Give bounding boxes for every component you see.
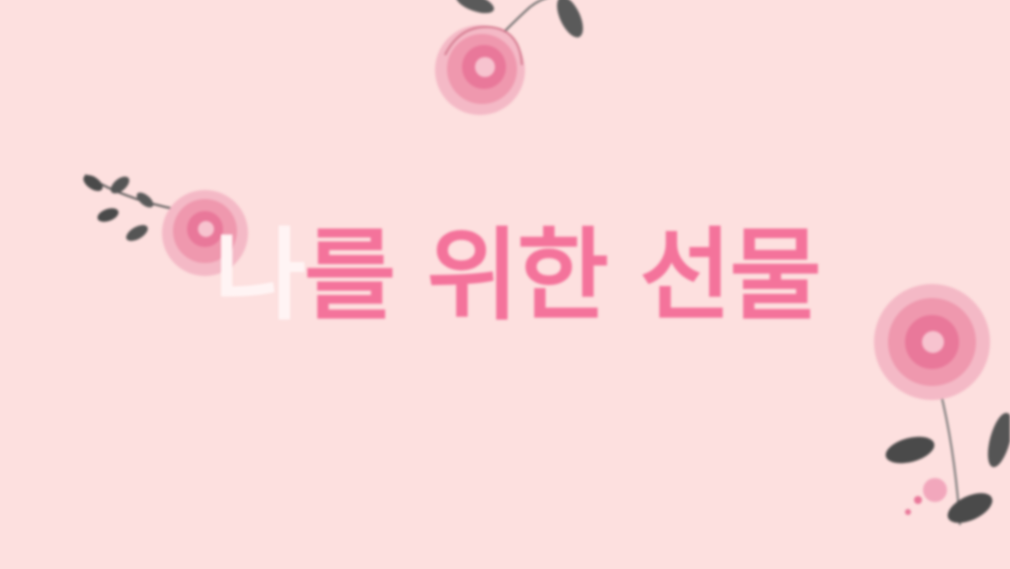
title-rest-text: 를 위한 선물	[304, 217, 822, 334]
slide-canvas: 나를 위한 선물	[0, 0, 1010, 569]
title-first-char: 나	[214, 217, 306, 334]
slide-title: 나를 위한 선물	[214, 226, 822, 326]
rose-flower-right-icon	[874, 284, 1010, 526]
rose-flower-top-icon	[435, 0, 583, 115]
